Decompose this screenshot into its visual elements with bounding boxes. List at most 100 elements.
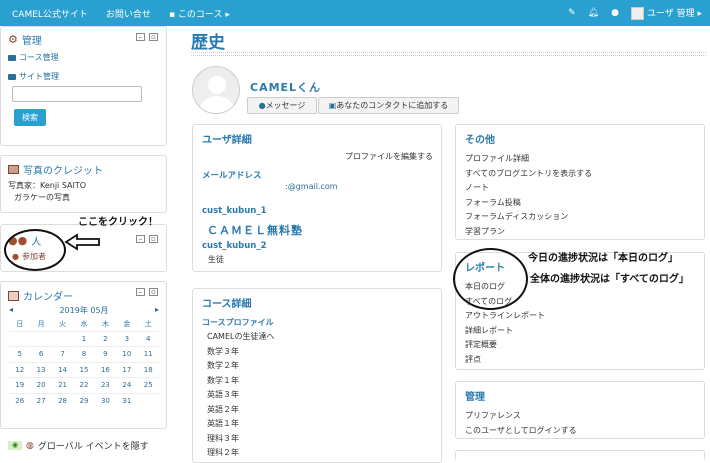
course-link[interactable]: 理科２年 (207, 446, 432, 461)
site-link[interactable]: CAMEL公式サイト (12, 7, 88, 20)
day-cell[interactable]: 27 (30, 392, 52, 409)
course-link[interactable]: CAMELの生徒達へ (207, 330, 432, 345)
day-cell[interactable]: 5 (9, 346, 31, 362)
search-button[interactable]: 検索 (14, 109, 46, 126)
collapse-icon[interactable]: – (136, 33, 145, 41)
day-cell[interactable]: 1 (73, 330, 95, 347)
day-cell[interactable]: 28 (51, 392, 74, 409)
weekday-label: 木 (101, 320, 109, 329)
profile-name: CAMELくん (250, 81, 322, 94)
dock-icon[interactable]: ▫ (149, 288, 158, 296)
contact-link[interactable]: お問い合せ (106, 7, 151, 20)
course-link[interactable]: 数学２年 (207, 359, 432, 374)
day-cell (9, 330, 31, 347)
arrow-left-icon (64, 233, 100, 251)
day-cell[interactable]: 9 (94, 346, 117, 362)
day-cell[interactable]: 7 (51, 346, 74, 362)
other-link[interactable]: フォーラム投稿 (465, 196, 695, 211)
collapse-icon[interactable]: – (136, 235, 145, 243)
calendar-title: カレンダー (23, 292, 73, 303)
day-cell[interactable]: 17 (116, 361, 138, 378)
day-cell[interactable]: 30 (94, 392, 117, 409)
day-cell[interactable]: 23 (94, 377, 117, 393)
preferences-link[interactable]: プリファレンス (465, 409, 695, 424)
day-cell[interactable]: 22 (73, 377, 95, 393)
prev-month-button[interactable]: ◂ (9, 305, 13, 316)
dock-icon[interactable]: ▫ (149, 235, 158, 243)
day-cell[interactable]: 21 (51, 377, 74, 393)
day-cell[interactable]: 3 (116, 330, 138, 347)
course-link[interactable]: 数学３年 (207, 345, 432, 360)
other-link[interactable]: ノート (465, 181, 695, 196)
calendar-grid: 日 月 火 水 木 金 土 1234 5 6 7 8 9 10 11 12 13 14 15 16 1… (9, 318, 159, 409)
next-month-button[interactable]: ▸ (155, 305, 159, 316)
day-cell[interactable]: 8 (73, 346, 95, 362)
course-list: CAMELの生徒達へ 数学３年 数学２年 数学１年 英語３年 英語２年 英語１年… (202, 330, 432, 461)
day-cell[interactable]: 11 (137, 346, 159, 362)
day-cell[interactable]: 13 (30, 361, 52, 378)
other-list: プロファイル詳細 すべてのブログエントリを表示する ノート フォーラム投稿 フォ… (465, 152, 695, 239)
profile-avatar (192, 66, 240, 114)
day-cell[interactable]: 10 (116, 346, 138, 362)
day-cell[interactable]: 19 (9, 377, 31, 393)
user-details-panel: ユーザ詳細 プロファイルを編集する メールアドレス :@gmail.com cu… (192, 124, 442, 272)
bell-icon[interactable]: 🔔︎ (588, 8, 599, 18)
other-link[interactable]: すべてのブログエントリを表示する (465, 167, 695, 182)
day-cell[interactable]: 4 (137, 330, 159, 347)
manage-list: プリファレンス このユーザとしてログインする (465, 409, 695, 438)
course-link[interactable]: 英語１年 (207, 417, 432, 432)
global-events-toggle[interactable]: ◉ ◍ グローバル イベントを隠す (8, 439, 149, 452)
day-cell[interactable]: 2 (94, 330, 117, 347)
day-cell[interactable]: 15 (73, 361, 95, 378)
complete-report-link[interactable]: 詳細レポート (465, 324, 695, 339)
day-cell[interactable]: 6 (30, 346, 52, 362)
message-button[interactable]: ●メッセージ (247, 97, 317, 114)
day-cell[interactable]: 18 (137, 361, 159, 378)
block-controls: – ▫ (136, 33, 158, 41)
calendar-month-label: 2019年 05月 (59, 306, 109, 315)
course-link[interactable]: 英語２年 (207, 403, 432, 418)
this-course-menu[interactable]: ▪ このコース ▸ (169, 7, 230, 20)
day-cell[interactable]: 25 (137, 377, 159, 393)
edit-icon[interactable]: ✎ (568, 8, 576, 18)
outline-report-link[interactable]: アウトラインレポート (465, 309, 695, 324)
weekday-label: 金 (123, 320, 131, 329)
site-admin-item[interactable]: サイト管理 (8, 71, 59, 82)
grades-overview-link[interactable]: 評定概要 (465, 338, 695, 353)
course-link[interactable]: 理科３年 (207, 432, 432, 447)
block-controls: – ▫ (136, 288, 158, 296)
day-cell[interactable]: 24 (116, 377, 138, 393)
global-events-label: グローバル イベントを隠す (37, 442, 149, 452)
course-link[interactable]: 数学１年 (207, 374, 432, 389)
grade-link[interactable]: 評点 (465, 353, 695, 368)
admin-search-input[interactable] (12, 86, 142, 102)
dock-icon[interactable]: ▫ (149, 33, 158, 41)
day-cell[interactable]: 14 (51, 361, 74, 378)
chat-icon[interactable]: ● (611, 8, 619, 18)
credit-photographer: 写真家：Kenji SAITO (8, 181, 87, 190)
newspaper-icon (8, 165, 19, 174)
day-cell[interactable]: 12 (9, 361, 31, 378)
day-cell[interactable]: 26 (9, 392, 31, 409)
admin-block: ⚙ 管理 – ▫ コース管理 サイト管理 検索 (0, 26, 167, 146)
day-cell[interactable]: 29 (73, 392, 95, 409)
day-cell[interactable]: 31 (116, 392, 138, 409)
user-menu[interactable]: ユーザ 管理 ▸ (630, 6, 702, 20)
course-link[interactable]: 英語３年 (207, 388, 432, 403)
email-value[interactable]: :@gmail.com (285, 182, 338, 191)
other-link[interactable]: プロファイル詳細 (465, 152, 695, 167)
other-link[interactable]: 学習プラン (465, 225, 695, 240)
day-cell[interactable]: 20 (30, 377, 52, 393)
other-link[interactable]: フォーラムディスカッション (465, 210, 695, 225)
day-cell[interactable]: 16 (94, 361, 117, 378)
title-divider (191, 52, 706, 56)
folder-icon (8, 54, 16, 61)
add-contact-button[interactable]: ▣あなたのコンタクトに追加する (318, 97, 459, 114)
add-contact-label: あなたのコンタクトに追加する (336, 101, 449, 110)
organization-value: ＣＡＭＥＬ無料塾 (207, 224, 303, 237)
edit-profile-link[interactable]: プロファイルを編集する (345, 151, 433, 162)
login-as-link[interactable]: このユーザとしてログインする (465, 424, 695, 439)
course-admin-item[interactable]: コース管理 (8, 52, 59, 63)
collapse-icon[interactable]: – (136, 288, 145, 296)
role-value: 生徒 (208, 255, 224, 264)
